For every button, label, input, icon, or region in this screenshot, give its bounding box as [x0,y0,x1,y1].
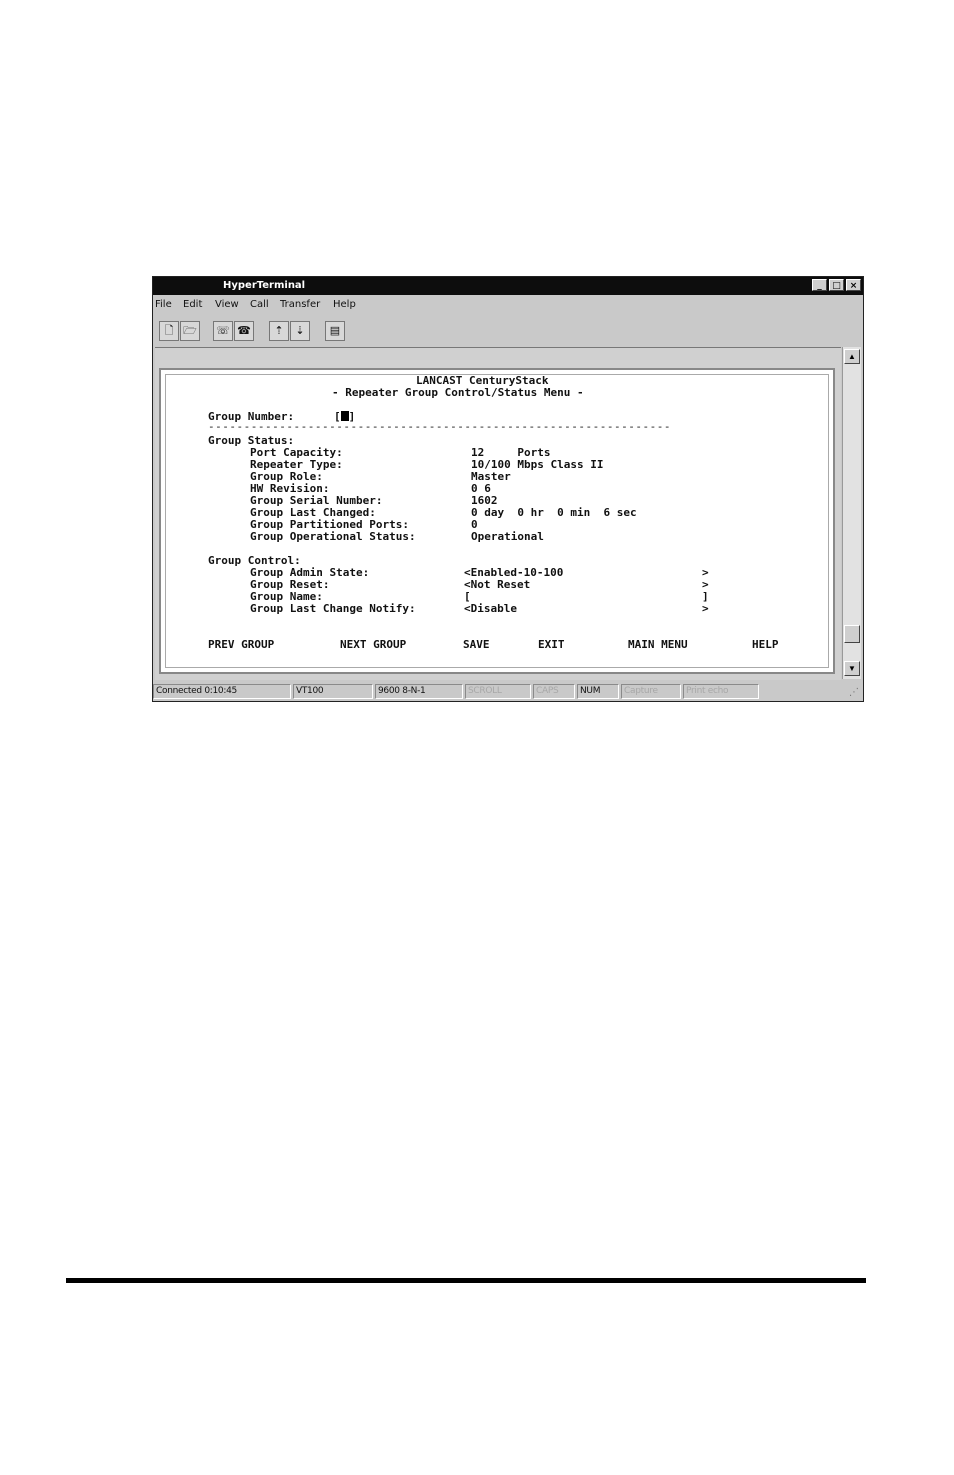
status-port-settings: 9600 8-N-1 [375,684,463,699]
control-reset-field[interactable]: <Not Reset [464,578,530,591]
new-icon[interactable]: 🗋 [159,321,179,341]
disconnect-icon[interactable]: ☎ [234,321,254,341]
status-value: 0 day 0 hr 0 min 6 sec [471,506,637,519]
control-notify-field[interactable]: <Disable [464,602,517,615]
vertical-scrollbar[interactable]: ▲ ▼ [842,347,861,679]
window-title: HyperTerminal [223,280,306,291]
open-icon[interactable]: 🗁 [180,321,200,341]
minimize-button[interactable]: _ [812,279,827,291]
status-print-echo: Print echo [683,684,759,699]
scroll-thumb[interactable] [844,625,860,643]
menu-file[interactable]: File [155,299,172,310]
properties-icon[interactable]: ▤ [325,321,345,341]
status-caps: CAPS [533,684,575,699]
status-emulation: VT100 [293,684,373,699]
separator-line: ----------------------------------------… [208,420,671,433]
hyperterminal-window: HyperTerminal _ □ × File Edit View Call … [152,276,864,702]
cmd-exit[interactable]: EXIT [538,638,565,651]
cmd-help[interactable]: HELP [752,638,779,651]
cmd-main-menu[interactable]: MAIN MENU [628,638,688,651]
status-num: NUM [577,684,619,699]
menu-view[interactable]: View [215,299,239,310]
maximize-button[interactable]: □ [829,279,844,291]
cmd-prev-group[interactable]: PREV GROUP [208,638,274,651]
status-label: Group Operational Status: [250,530,416,543]
menu-bar: File Edit View Call Transfer Help [153,296,863,314]
status-scroll: SCROLL [465,684,531,699]
menu-transfer[interactable]: Transfer [280,299,320,310]
cmd-next-group[interactable]: NEXT GROUP [340,638,406,651]
send-icon[interactable]: ⇡ [269,321,289,341]
menu-help[interactable]: Help [333,299,356,310]
title-bar[interactable]: HyperTerminal _ □ × [153,277,863,295]
page-bottom-rule [66,1278,866,1283]
control-label: Group Last Change Notify: [250,602,416,615]
status-bar: Connected 0:10:45 VT100 9600 8-N-1 SCROL… [153,681,863,701]
scroll-up-icon[interactable]: ▲ [844,349,860,364]
menu-call[interactable]: Call [250,299,269,310]
status-connected: Connected 0:10:45 [153,684,291,699]
status-value: Operational [471,530,544,543]
cmd-save[interactable]: SAVE [463,638,490,651]
menu-edit[interactable]: Edit [183,299,202,310]
scroll-down-icon[interactable]: ▼ [844,661,860,676]
toolbar: 🗋 🗁 ☏ ☎ ⇡ ⇣ ▤ [153,317,863,345]
control-field-close: > [702,602,709,615]
terminal-frame: LANCAST CenturyStack - Repeater Group Co… [159,368,835,674]
menu-header-subtitle: - Repeater Group Control/Status Menu - [332,386,584,399]
close-button[interactable]: × [846,279,861,291]
status-capture: Capture [621,684,681,699]
resize-grip-icon[interactable]: ⋰ [849,687,861,699]
connect-icon[interactable]: ☏ [213,321,233,341]
terminal-screen: LANCAST CenturyStack - Repeater Group Co… [166,374,779,953]
terminal-inner-border: LANCAST CenturyStack - Repeater Group Co… [165,374,829,668]
receive-icon[interactable]: ⇣ [290,321,310,341]
terminal-area[interactable]: LANCAST CenturyStack - Repeater Group Co… [155,347,841,680]
